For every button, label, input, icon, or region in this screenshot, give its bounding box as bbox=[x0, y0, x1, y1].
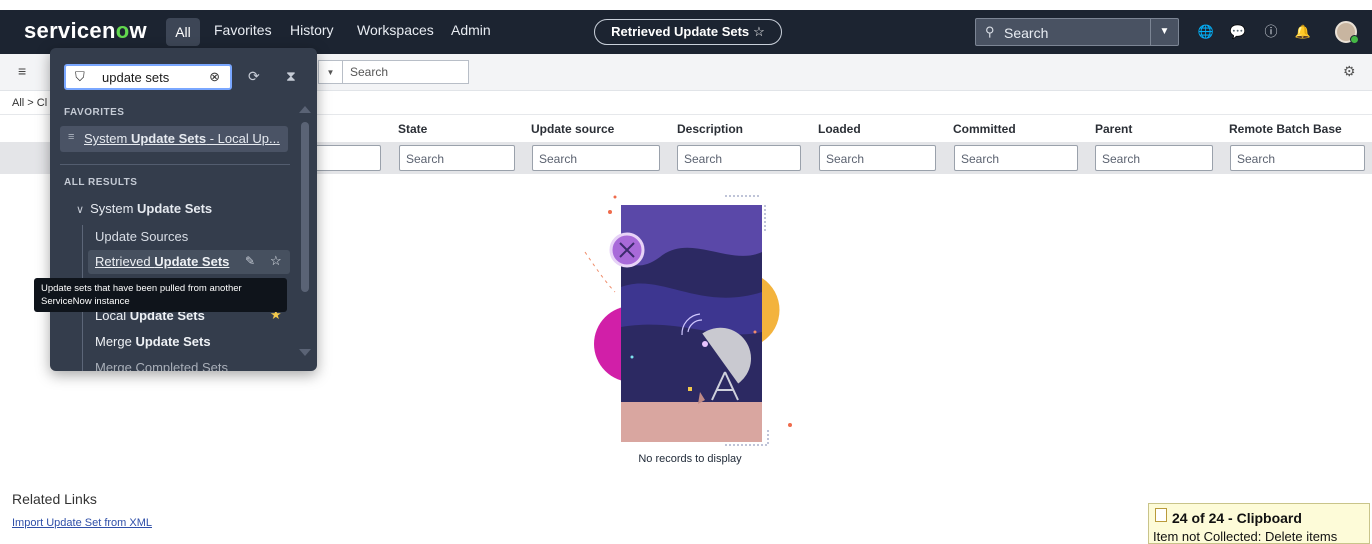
group-system-update-sets[interactable]: ∨ System Update Sets bbox=[76, 201, 212, 216]
scroll-down-arrow-icon[interactable] bbox=[299, 349, 311, 356]
chevron-down-icon: ∨ bbox=[76, 204, 85, 216]
clipboard-status: Item not Collected: Delete items bbox=[1153, 529, 1338, 544]
merge-prefix: Merge bbox=[95, 334, 136, 349]
search-scope-dropdown[interactable]: ▼ bbox=[1150, 19, 1178, 45]
gear-icon[interactable]: ⚙ bbox=[1343, 63, 1356, 80]
all-results-heading: ALL RESULTS bbox=[64, 177, 138, 188]
group-bold: Update Sets bbox=[137, 201, 213, 216]
nav-all-menu[interactable]: All bbox=[166, 18, 200, 46]
presence-dot bbox=[1350, 35, 1359, 44]
logo-o-green: o bbox=[115, 18, 130, 43]
search-field-select[interactable]: ▼ bbox=[318, 60, 342, 84]
clipboard-notice[interactable]: 24 of 24 - Clipboard Item not Collected:… bbox=[1148, 503, 1370, 544]
clear-icon[interactable]: ⊗ bbox=[209, 69, 220, 85]
menu-divider bbox=[60, 164, 290, 165]
star-outline-icon[interactable]: ☆ bbox=[270, 253, 282, 269]
star-outline-icon[interactable]: ☆ bbox=[753, 24, 765, 39]
menu-filter-value[interactable]: update sets bbox=[102, 70, 169, 85]
global-search[interactable]: ⚲ Search ▼ bbox=[975, 18, 1179, 46]
nav-favorites[interactable]: Favorites bbox=[214, 22, 272, 38]
context-pill-label: Retrieved Update Sets bbox=[611, 24, 750, 39]
user-avatar[interactable] bbox=[1335, 21, 1359, 44]
clipboard-icon bbox=[1155, 508, 1167, 522]
menu-filter-input[interactable]: ⛉ update sets ⊗ bbox=[64, 64, 232, 90]
filter-input-description[interactable]: Search bbox=[677, 145, 801, 171]
menu-item-retrieved-update-sets[interactable]: Retrieved Update Sets ✎ ☆ bbox=[88, 250, 290, 274]
related-links-heading: Related Links bbox=[12, 491, 97, 507]
menu-item-merge-update-sets[interactable]: Merge Update Sets bbox=[95, 334, 211, 349]
pin-icon[interactable]: ⧗ bbox=[286, 68, 296, 85]
empty-message: No records to display bbox=[638, 453, 742, 465]
search-icon: ⚲ bbox=[985, 24, 995, 39]
favorite-item-label: System Update Sets - Local Up... bbox=[84, 131, 280, 146]
favorite-suffix: - Local Up... bbox=[206, 131, 280, 146]
hamburger-menu-icon[interactable]: ≡ bbox=[18, 63, 26, 79]
all-menu-panel: ⛉ update sets ⊗ ⟳ ⧗ FAVORITES ≡ System U… bbox=[50, 48, 317, 371]
column-update-source[interactable]: Update source bbox=[531, 122, 614, 136]
refresh-icon[interactable]: ⟳ bbox=[248, 68, 260, 85]
column-state[interactable]: State bbox=[398, 122, 427, 136]
global-search-placeholder: Search bbox=[1004, 25, 1049, 41]
chat-icon[interactable]: 💬 bbox=[1228, 22, 1248, 42]
context-pill[interactable]: Retrieved Update Sets ☆ bbox=[594, 19, 782, 45]
filter-input-update-source[interactable]: Search bbox=[532, 145, 660, 171]
filter-input-name[interactable] bbox=[306, 145, 381, 171]
merge-bold: Update Sets bbox=[135, 334, 211, 349]
globe-icon[interactable]: 🌐 bbox=[1196, 22, 1216, 42]
logo-text-end: w bbox=[129, 18, 147, 43]
favorite-prefix: System bbox=[84, 131, 131, 146]
app-root: servicenow All Favorites History Workspa… bbox=[0, 0, 1372, 544]
drag-handle-icon[interactable]: ≡ bbox=[68, 131, 74, 143]
servicenow-logo[interactable]: servicenow bbox=[24, 18, 147, 44]
import-update-set-link[interactable]: Import Update Set from XML bbox=[12, 517, 152, 529]
retrieved-label: Retrieved Update Sets bbox=[95, 254, 229, 269]
breadcrumb[interactable]: All > Cl bbox=[12, 97, 47, 109]
column-remote-batch-base[interactable]: Remote Batch Base bbox=[1229, 122, 1342, 136]
bell-icon[interactable]: 🔔 bbox=[1293, 22, 1313, 42]
column-committed[interactable]: Committed bbox=[953, 122, 1016, 136]
logo-text-part: servicen bbox=[24, 18, 116, 43]
retrieved-prefix: Retrieved bbox=[95, 254, 155, 269]
list-search-input[interactable]: Search bbox=[342, 60, 469, 84]
favorites-heading: FAVORITES bbox=[64, 107, 125, 118]
filter-input-committed[interactable]: Search bbox=[954, 145, 1078, 171]
menu-item-partial[interactable]: Merge Completed Sets bbox=[95, 360, 228, 371]
column-description[interactable]: Description bbox=[677, 122, 743, 136]
filter-input-parent[interactable]: Search bbox=[1095, 145, 1213, 171]
menu-item-tooltip: Update sets that have been pulled from a… bbox=[34, 278, 287, 312]
nav-admin[interactable]: Admin bbox=[451, 22, 491, 38]
menu-scrollbar[interactable] bbox=[301, 122, 309, 292]
clipboard-title: 24 of 24 - Clipboard bbox=[1172, 510, 1302, 526]
filter-icon: ⛉ bbox=[75, 69, 85, 84]
column-loaded[interactable]: Loaded bbox=[818, 122, 861, 136]
edit-icon[interactable]: ✎ bbox=[245, 254, 255, 268]
help-icon[interactable]: ⓘ bbox=[1261, 22, 1281, 42]
empty-state-illustration bbox=[584, 195, 792, 446]
filter-input-remote-batch-base[interactable]: Search bbox=[1230, 145, 1365, 171]
favorite-item-local-update-sets[interactable]: ≡ System Update Sets - Local Up... bbox=[60, 126, 288, 152]
retrieved-bold: Update Sets bbox=[154, 254, 230, 269]
column-parent[interactable]: Parent bbox=[1095, 122, 1132, 136]
filter-input-loaded[interactable]: Search bbox=[819, 145, 936, 171]
nav-workspaces[interactable]: Workspaces bbox=[357, 22, 434, 38]
menu-item-update-sources[interactable]: Update Sources bbox=[95, 229, 188, 244]
favorite-bold: Update Sets bbox=[130, 131, 207, 146]
scroll-up-arrow-icon[interactable] bbox=[299, 106, 311, 113]
group-prefix: System bbox=[90, 201, 138, 216]
filter-input-state[interactable]: Search bbox=[399, 145, 515, 171]
nav-history[interactable]: History bbox=[290, 22, 334, 38]
